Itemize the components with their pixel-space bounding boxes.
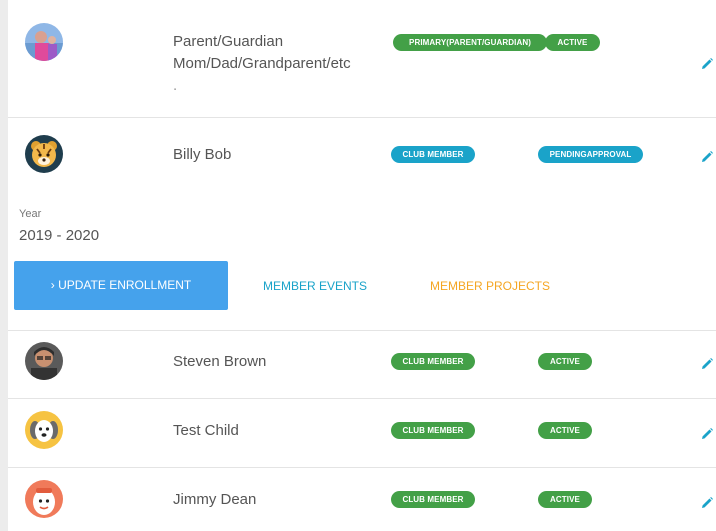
member-name: Jimmy Dean [173, 491, 257, 508]
left-border [0, 0, 8, 531]
character-avatar-icon [25, 480, 63, 518]
pencil-icon [702, 358, 713, 369]
pencil-icon [702, 428, 713, 439]
avatar [25, 480, 63, 518]
year-label: Year [19, 208, 42, 220]
avatar [25, 135, 63, 173]
name-line-2: Mom/Dad/Grandparent/etc [173, 55, 351, 72]
role-badge: PRIMARY(PARENT/GUARDIAN) [393, 34, 547, 51]
member-projects-link[interactable]: MEMBER PROJECTS [430, 279, 550, 293]
member-row-test-child: Test Child CLUB MEMBER ACTIVE [8, 399, 716, 467]
pencil-icon [702, 151, 713, 162]
name-line-3: . [173, 77, 178, 94]
update-enrollment-button[interactable]: › UPDATE ENROLLMENT [14, 261, 228, 310]
role-badge: CLUB MEMBER [391, 491, 475, 508]
member-row-jimmy-dean: Jimmy Dean CLUB MEMBER ACTIVE [8, 468, 716, 531]
edit-button[interactable] [700, 150, 714, 164]
year-value: 2019 - 2020 [19, 227, 100, 244]
member-name: Parent/Guardian Mom/Dad/Grandparent/etc … [173, 31, 351, 97]
photo-avatar-icon [25, 342, 63, 380]
status-badge: ACTIVE [538, 491, 592, 508]
status-badge: ACTIVE [538, 353, 592, 370]
member-name: Test Child [173, 422, 239, 439]
member-row-parent: Parent/Guardian Mom/Dad/Grandparent/etc … [8, 0, 716, 117]
edit-button[interactable] [700, 427, 714, 441]
pencil-icon [702, 497, 713, 508]
name-line-1: Parent/Guardian [173, 33, 284, 50]
member-row-steven-brown: Steven Brown CLUB MEMBER ACTIVE [8, 331, 716, 398]
tiger-avatar-icon [25, 135, 63, 173]
status-badge: ACTIVE [538, 422, 592, 439]
pencil-icon [702, 58, 713, 69]
dog-avatar-icon [25, 411, 63, 449]
member-name: Billy Bob [173, 146, 232, 163]
avatar [25, 411, 63, 449]
member-list-page: Parent/Guardian Mom/Dad/Grandparent/etc … [0, 0, 716, 531]
status-badge: PENDINGAPPROVAL [538, 146, 643, 163]
status-badge: ACTIVE [545, 34, 600, 51]
role-badge: CLUB MEMBER [391, 146, 475, 163]
role-badge: CLUB MEMBER [391, 422, 475, 439]
avatar [25, 23, 63, 61]
edit-button[interactable] [700, 496, 714, 510]
avatar [25, 342, 63, 380]
role-badge: CLUB MEMBER [391, 353, 475, 370]
edit-button[interactable] [700, 357, 714, 371]
edit-button[interactable] [700, 57, 714, 71]
member-name: Steven Brown [173, 353, 267, 370]
photo-avatar-icon [25, 23, 63, 61]
member-events-link[interactable]: MEMBER EVENTS [263, 279, 367, 293]
